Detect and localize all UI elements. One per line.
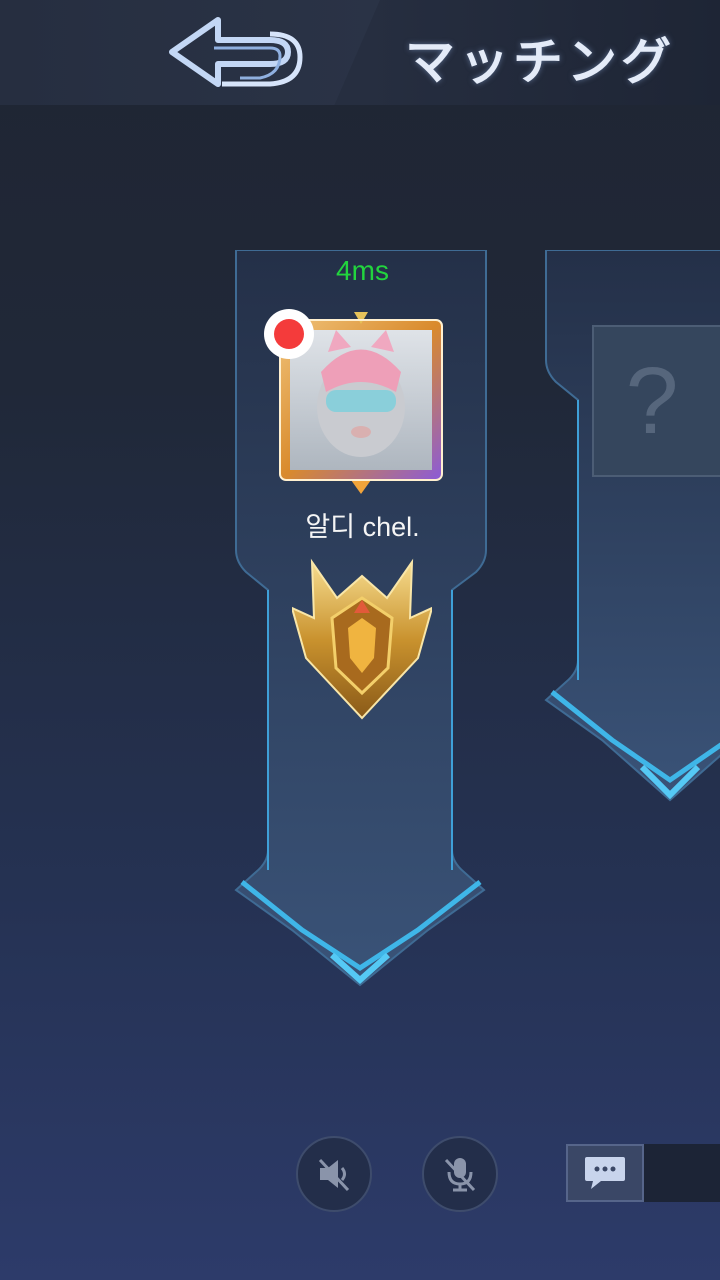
recording-indicator-icon	[264, 309, 314, 359]
chat-bubble-icon	[585, 1157, 625, 1189]
mic-mute-button[interactable]	[422, 1136, 498, 1212]
ping-label: 4ms	[336, 255, 389, 286]
mic-muted-icon	[444, 1158, 476, 1192]
chat-area	[566, 1144, 720, 1202]
speaker-muted-icon	[318, 1158, 350, 1192]
question-mark: ?	[625, 347, 679, 454]
player-name: 알디 chel.	[305, 512, 420, 542]
chat-input-bar[interactable]	[644, 1144, 720, 1202]
opponent-placeholder: ?	[592, 325, 720, 477]
mythic-rank-emblem-icon	[290, 558, 434, 720]
back-button[interactable]	[160, 12, 310, 92]
back-arrow-icon	[169, 17, 303, 87]
top-bar: マッチング	[0, 0, 720, 105]
speaker-mute-button[interactable]	[296, 1136, 372, 1212]
chat-button[interactable]	[566, 1144, 644, 1202]
page-title: マッチング	[405, 32, 675, 91]
